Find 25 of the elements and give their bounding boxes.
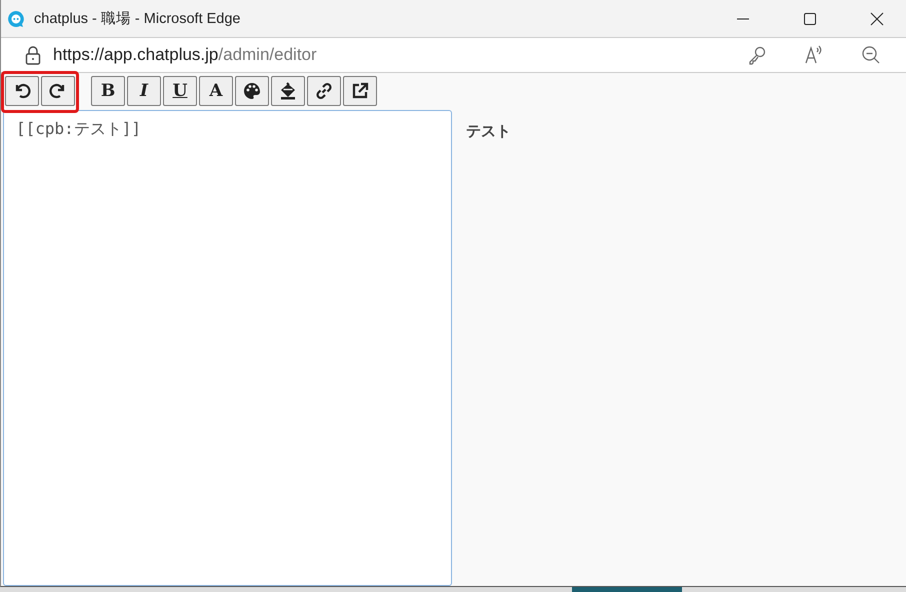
- redo-button[interactable]: [41, 76, 75, 106]
- lock-icon: [25, 45, 41, 65]
- external-link-icon: [350, 81, 370, 101]
- maximize-icon: [803, 12, 817, 26]
- chat-bubble-icon: [7, 10, 25, 28]
- open-link-button[interactable]: [343, 76, 377, 106]
- preview-text: テスト: [466, 121, 511, 141]
- italic-button[interactable]: I: [127, 76, 161, 106]
- zoom-out-icon[interactable]: [861, 45, 881, 65]
- background-color-button[interactable]: [271, 76, 305, 106]
- link-button[interactable]: [307, 76, 341, 106]
- read-aloud-icon[interactable]: [804, 45, 824, 65]
- paint-bucket-icon: [278, 81, 298, 101]
- font-color-button[interactable]: A: [199, 76, 233, 106]
- key-icon[interactable]: [747, 45, 767, 65]
- palette-icon: [242, 81, 262, 101]
- close-icon: [870, 12, 884, 26]
- underline-button[interactable]: U: [163, 76, 197, 106]
- editor-field[interactable]: [[cpb:テスト]]: [3, 110, 452, 586]
- minimize-icon: [737, 18, 749, 20]
- undo-button[interactable]: [5, 76, 39, 106]
- color-button[interactable]: [235, 76, 269, 106]
- link-icon: [314, 81, 334, 101]
- window-title: chatplus - 職場 - Microsoft Edge: [34, 10, 242, 28]
- bold-button[interactable]: B: [91, 76, 125, 106]
